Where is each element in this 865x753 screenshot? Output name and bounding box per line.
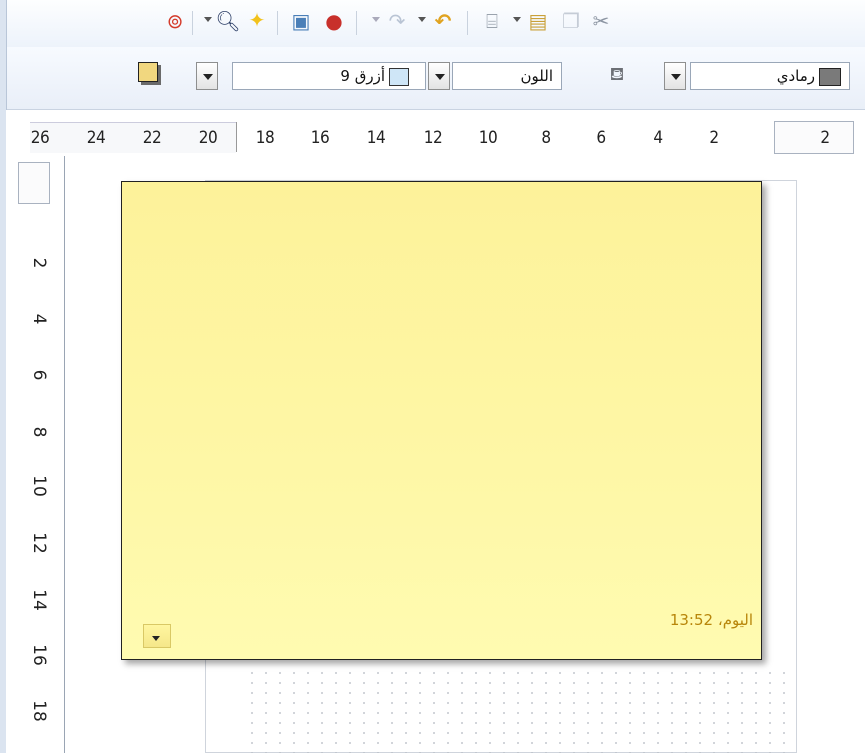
snap-grid	[245, 668, 785, 753]
dropdown-icon[interactable]	[513, 17, 521, 22]
color-palette-icon[interactable]: ●	[321, 8, 347, 34]
ruler-number: 24	[86, 128, 106, 148]
fill-color-label: أزرق 9	[340, 67, 385, 85]
zoom-icon[interactable]: 🔍︎	[215, 8, 241, 34]
shadow-icon[interactable]	[138, 62, 158, 82]
ruler-number: 20	[198, 128, 218, 148]
ruler-margin-marker[interactable]	[236, 122, 237, 152]
area-style-dropdown-button[interactable]	[428, 62, 450, 90]
ruler-number: 12	[423, 128, 443, 148]
ruler-number: 2	[29, 257, 49, 269]
line-color-dropdown-button[interactable]	[664, 62, 686, 90]
toolbar-separator	[356, 11, 357, 35]
image-icon[interactable]: ▣	[288, 8, 314, 34]
paint-brush-icon[interactable]: ⌸	[479, 8, 505, 34]
toolbar-separator	[467, 11, 468, 35]
area-fill-icon[interactable]: ⛾	[604, 62, 630, 88]
line-color-swatch	[819, 68, 841, 86]
dropdown-icon[interactable]	[372, 17, 380, 22]
line-color-label: رمادي	[776, 67, 815, 85]
ruler-number: 26	[30, 128, 50, 148]
area-style-combobox[interactable]: اللون	[452, 62, 562, 90]
paste-icon[interactable]: ▤	[525, 8, 551, 34]
line-color-combobox[interactable]: رمادي	[690, 62, 850, 90]
ruler-number: 16	[29, 644, 49, 666]
ruler-right-value: 2	[820, 128, 830, 148]
ruler-number: 12	[29, 532, 49, 554]
ruler-number: 4	[29, 313, 49, 325]
vertical-ruler-top-box	[18, 162, 50, 204]
toolbar-separator	[277, 11, 278, 35]
ruler-number: 2	[709, 128, 719, 148]
ruler-number: 22	[142, 128, 162, 148]
ruler-number: 14	[29, 589, 49, 611]
copy-icon[interactable]: ❐	[558, 8, 584, 34]
ruler-number: 8	[29, 426, 49, 438]
ruler-number: 18	[29, 700, 49, 722]
comment-note[interactable]: اليوم، 13:52	[121, 181, 762, 660]
comment-timestamp: اليوم، 13:52	[669, 611, 753, 629]
dropdown-icon[interactable]	[204, 17, 212, 22]
ruler-number: 6	[29, 369, 49, 381]
comment-menu-button[interactable]	[143, 624, 171, 648]
ruler-number: 14	[366, 128, 386, 148]
sparkle-icon[interactable]: ✦	[244, 7, 270, 33]
ruler-number: 4	[653, 128, 663, 148]
ruler-number: 16	[310, 128, 330, 148]
toolbar-separator	[192, 11, 193, 35]
fill-color-swatch	[389, 68, 409, 86]
ruler-number: 10	[478, 128, 498, 148]
fill-color-dropdown-button[interactable]	[196, 62, 218, 90]
chevron-down-icon	[152, 636, 160, 641]
undo-icon[interactable]: ↶	[430, 8, 456, 34]
ruler-number: 6	[596, 128, 606, 148]
cut-icon[interactable]: ✂	[588, 8, 614, 34]
ruler-number: 10	[29, 475, 49, 497]
dropdown-icon[interactable]	[418, 17, 426, 22]
help-icon[interactable]: ⊚	[162, 8, 188, 34]
area-style-label: اللون	[520, 67, 553, 85]
fill-color-combobox[interactable]: أزرق 9	[232, 62, 426, 90]
ruler-number: 8	[541, 128, 551, 148]
ruler-number: 18	[255, 128, 275, 148]
redo-icon[interactable]: ↷	[384, 8, 410, 34]
